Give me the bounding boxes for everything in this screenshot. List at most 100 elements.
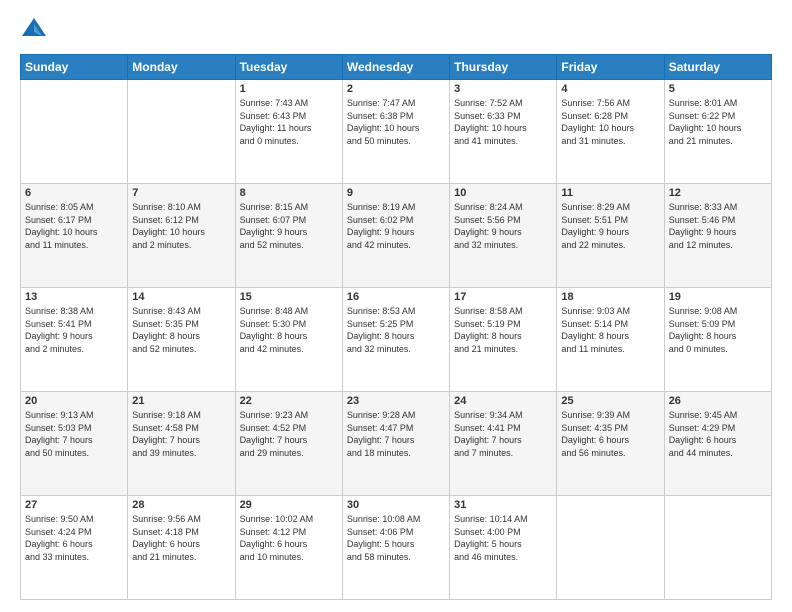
logo — [20, 16, 52, 44]
day-number: 5 — [669, 83, 767, 95]
weekday-header: Friday — [557, 55, 664, 80]
day-info: Sunrise: 8:19 AM Sunset: 6:02 PM Dayligh… — [347, 201, 445, 251]
calendar-cell: 4 Sunrise: 7:56 AM Sunset: 6:28 PM Daylig… — [557, 80, 664, 184]
calendar-cell: 29 Sunrise: 10:02 AM Sunset: 4:12 PM Dayl… — [235, 496, 342, 600]
day-number: 23 — [347, 395, 445, 407]
day-info: Sunrise: 8:01 AM Sunset: 6:22 PM Dayligh… — [669, 97, 767, 147]
weekday-header: Monday — [128, 55, 235, 80]
day-info: Sunrise: 8:48 AM Sunset: 5:30 PM Dayligh… — [240, 305, 338, 355]
day-number: 20 — [25, 395, 123, 407]
calendar-cell: 7Sunrise: 8:10 AM Sunset: 6:12 PM Daylig… — [128, 184, 235, 288]
day-number: 31 — [454, 499, 552, 511]
day-info: Sunrise: 8:33 AM Sunset: 5:46 PM Dayligh… — [669, 201, 767, 251]
calendar-cell: 8 Sunrise: 8:15 AM Sunset: 6:07 PM Daylig… — [235, 184, 342, 288]
calendar-header: SundayMondayTuesdayWednesdayThursdayFrid… — [21, 55, 772, 80]
day-number: 13 — [25, 291, 123, 303]
calendar-cell — [21, 80, 128, 184]
day-info: Sunrise: 9:39 AM Sunset: 4:35 PM Dayligh… — [561, 409, 659, 459]
day-info: Sunrise: 8:53 AM Sunset: 5:25 PM Dayligh… — [347, 305, 445, 355]
day-number: 4 — [561, 83, 659, 95]
calendar-body: 1 Sunrise: 7:43 AM Sunset: 6:43 PM Daylig… — [21, 80, 772, 600]
calendar-cell: 17 Sunrise: 8:58 AM Sunset: 5:19 PM Dayli… — [450, 288, 557, 392]
day-info: Sunrise: 8:15 AM Sunset: 6:07 PM Dayligh… — [240, 201, 338, 251]
day-number: 21 — [132, 395, 230, 407]
calendar-cell: 10Sunrise: 8:24 AM Sunset: 5:56 PM Dayli… — [450, 184, 557, 288]
weekday-header: Wednesday — [342, 55, 449, 80]
day-number: 6 — [25, 187, 123, 199]
calendar-cell: 14 Sunrise: 8:43 AM Sunset: 5:35 PM Dayli… — [128, 288, 235, 392]
day-number: 28 — [132, 499, 230, 511]
day-info: Sunrise: 9:03 AM Sunset: 5:14 PM Dayligh… — [561, 305, 659, 355]
calendar-cell: 16 Sunrise: 8:53 AM Sunset: 5:25 PM Dayli… — [342, 288, 449, 392]
day-info: Sunrise: 9:56 AM Sunset: 4:18 PM Dayligh… — [132, 513, 230, 563]
calendar-cell: 27 Sunrise: 9:50 AM Sunset: 4:24 PM Dayli… — [21, 496, 128, 600]
day-number: 15 — [240, 291, 338, 303]
day-number: 9 — [347, 187, 445, 199]
day-number: 24 — [454, 395, 552, 407]
day-number: 14 — [132, 291, 230, 303]
day-info: Sunrise: 9:28 AM Sunset: 4:47 PM Dayligh… — [347, 409, 445, 459]
day-info: Sunrise: 8:05 AM Sunset: 6:17 PM Dayligh… — [25, 201, 123, 251]
day-info: Sunrise: 8:58 AM Sunset: 5:19 PM Dayligh… — [454, 305, 552, 355]
day-number: 16 — [347, 291, 445, 303]
weekday-header: Tuesday — [235, 55, 342, 80]
calendar-week-row: 6 Sunrise: 8:05 AM Sunset: 6:17 PM Daylig… — [21, 184, 772, 288]
calendar-cell — [128, 80, 235, 184]
day-info: Sunrise: 8:29 AM Sunset: 5:51 PM Dayligh… — [561, 201, 659, 251]
calendar-cell: 28 Sunrise: 9:56 AM Sunset: 4:18 PM Dayli… — [128, 496, 235, 600]
day-number: 12 — [669, 187, 767, 199]
day-number: 27 — [25, 499, 123, 511]
day-number: 29 — [240, 499, 338, 511]
day-number: 18 — [561, 291, 659, 303]
calendar-cell: 13 Sunrise: 8:38 AM Sunset: 5:41 PM Dayli… — [21, 288, 128, 392]
calendar-week-row: 20 Sunrise: 9:13 AM Sunset: 5:03 PM Dayli… — [21, 392, 772, 496]
calendar-cell: 21 Sunrise: 9:18 AM Sunset: 4:58 PM Dayli… — [128, 392, 235, 496]
day-info: Sunrise: 9:50 AM Sunset: 4:24 PM Dayligh… — [25, 513, 123, 563]
day-info: Sunrise: 8:38 AM Sunset: 5:41 PM Dayligh… — [25, 305, 123, 355]
calendar-cell: 20 Sunrise: 9:13 AM Sunset: 5:03 PM Dayli… — [21, 392, 128, 496]
calendar-cell: 31 Sunrise: 10:14 AM Sunset: 4:00 PM Dayl… — [450, 496, 557, 600]
calendar-week-row: 13 Sunrise: 8:38 AM Sunset: 5:41 PM Dayli… — [21, 288, 772, 392]
day-info: Sunrise: 9:34 AM Sunset: 4:41 PM Dayligh… — [454, 409, 552, 459]
page: SundayMondayTuesdayWednesdayThursdayFrid… — [0, 0, 792, 612]
day-info: Sunrise: 8:24 AM Sunset: 5:56 PM Dayligh… — [454, 201, 552, 251]
calendar-cell — [557, 496, 664, 600]
day-number: 26 — [669, 395, 767, 407]
day-number: 3 — [454, 83, 552, 95]
day-info: Sunrise: 8:10 AM Sunset: 6:12 PM Dayligh… — [132, 201, 230, 251]
calendar-cell — [664, 496, 771, 600]
calendar-cell: 12 Sunrise: 8:33 AM Sunset: 5:46 PM Dayli… — [664, 184, 771, 288]
calendar: SundayMondayTuesdayWednesdayThursdayFrid… — [20, 54, 772, 600]
day-info: Sunrise: 8:43 AM Sunset: 5:35 PM Dayligh… — [132, 305, 230, 355]
day-info: Sunrise: 9:45 AM Sunset: 4:29 PM Dayligh… — [669, 409, 767, 459]
day-info: Sunrise: 7:43 AM Sunset: 6:43 PM Dayligh… — [240, 97, 338, 147]
day-info: Sunrise: 7:52 AM Sunset: 6:33 PM Dayligh… — [454, 97, 552, 147]
calendar-cell: 19Sunrise: 9:08 AM Sunset: 5:09 PM Dayli… — [664, 288, 771, 392]
calendar-cell: 1 Sunrise: 7:43 AM Sunset: 6:43 PM Daylig… — [235, 80, 342, 184]
day-info: Sunrise: 9:18 AM Sunset: 4:58 PM Dayligh… — [132, 409, 230, 459]
day-number: 1 — [240, 83, 338, 95]
weekday-header: Sunday — [21, 55, 128, 80]
day-number: 17 — [454, 291, 552, 303]
weekday-header: Saturday — [664, 55, 771, 80]
calendar-cell: 9 Sunrise: 8:19 AM Sunset: 6:02 PM Daylig… — [342, 184, 449, 288]
day-info: Sunrise: 10:14 AM Sunset: 4:00 PM Daylig… — [454, 513, 552, 563]
day-info: Sunrise: 10:02 AM Sunset: 4:12 PM Daylig… — [240, 513, 338, 563]
day-number: 19 — [669, 291, 767, 303]
day-number: 2 — [347, 83, 445, 95]
weekday-header: Thursday — [450, 55, 557, 80]
day-info: Sunrise: 7:56 AM Sunset: 6:28 PM Dayligh… — [561, 97, 659, 147]
day-number: 30 — [347, 499, 445, 511]
day-info: Sunrise: 9:23 AM Sunset: 4:52 PM Dayligh… — [240, 409, 338, 459]
day-info: Sunrise: 7:47 AM Sunset: 6:38 PM Dayligh… — [347, 97, 445, 147]
day-number: 8 — [240, 187, 338, 199]
logo-icon — [20, 16, 48, 44]
calendar-cell: 2 Sunrise: 7:47 AM Sunset: 6:38 PM Daylig… — [342, 80, 449, 184]
calendar-cell: 23 Sunrise: 9:28 AM Sunset: 4:47 PM Dayli… — [342, 392, 449, 496]
header — [20, 16, 772, 44]
calendar-cell: 22Sunrise: 9:23 AM Sunset: 4:52 PM Dayli… — [235, 392, 342, 496]
day-info: Sunrise: 9:13 AM Sunset: 5:03 PM Dayligh… — [25, 409, 123, 459]
calendar-week-row: 1 Sunrise: 7:43 AM Sunset: 6:43 PM Daylig… — [21, 80, 772, 184]
header-row: SundayMondayTuesdayWednesdayThursdayFrid… — [21, 55, 772, 80]
day-number: 11 — [561, 187, 659, 199]
